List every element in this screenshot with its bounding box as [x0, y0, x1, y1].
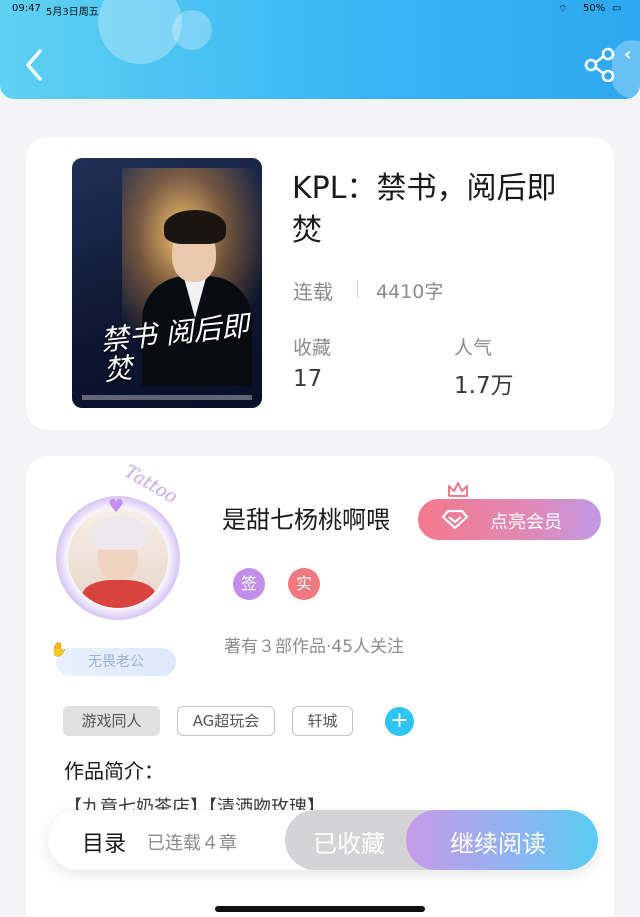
author-avatar[interactable]: ♥ Tattoo [50, 461, 200, 628]
tag-item[interactable]: 游戏同人 [63, 706, 160, 736]
add-tag-button[interactable]: + [385, 707, 414, 736]
top-header: 09:47 5月3日周五 ⌔ 50% ▭ ‹ [0, 0, 640, 99]
status-date: 5月3日周五 [46, 7, 99, 18]
home-indicator[interactable] [215, 906, 425, 912]
serial-status: 连载 [293, 280, 333, 304]
diamond-icon [442, 509, 468, 529]
toc-button[interactable]: 目录 [82, 826, 126, 858]
author-name[interactable]: 是甜七杨桃啊喂 [222, 500, 390, 535]
book-title: KPL：禁书，阅后即焚 [292, 171, 557, 248]
decor-bubble [98, 0, 182, 64]
battery-icon: ▭ [612, 3, 622, 14]
intro-text: 【九竟七奶茶店】【清洒吻玫瑰】 [64, 797, 325, 811]
verified-badge: 实 [288, 568, 320, 600]
tag-item[interactable]: AG超玩会 [177, 706, 275, 736]
avatar [68, 508, 168, 608]
side-handle[interactable]: ‹ [612, 40, 640, 98]
continue-reading-label: 继续阅读 [450, 830, 546, 858]
vip-button-label: 点亮会员 [490, 512, 562, 533]
author-stats: 著有３部作品·45人关注 [224, 637, 405, 657]
favorited-button-label: 已收藏 [313, 830, 385, 858]
crown-icon [448, 482, 468, 497]
continue-reading-button[interactable]: 继续阅读 [406, 810, 598, 870]
medal-label: 无畏老公 [88, 654, 144, 670]
vip-button[interactable]: 点亮会员 [418, 499, 601, 540]
back-button[interactable] [20, 45, 50, 85]
status-time: 09:47 [12, 3, 41, 14]
chevron-left-icon [26, 49, 42, 81]
favorites-label: 收藏 [293, 337, 332, 359]
chapter-progress: 已连载４章 [147, 833, 237, 854]
popularity-value: 1.7万 [454, 373, 514, 399]
medal-badge[interactable]: ✋ 无畏老公 [50, 642, 176, 676]
hand-icon: ✋ [50, 642, 68, 658]
popularity-label: 人气 [454, 337, 493, 359]
intro-title: 作品简介： [64, 759, 164, 783]
tag-item[interactable]: 轩城 [292, 706, 353, 736]
bottom-action-bar: 目录 已连载４章 已收藏 继续阅读 [48, 810, 598, 870]
word-count: 4410字 [376, 281, 444, 303]
signed-badge: 签 [233, 568, 265, 600]
chevron-left-icon: ‹ [624, 44, 632, 65]
book-cover[interactable]: 禁书 阅后即焚 [72, 158, 262, 408]
favorites-value: 17 [293, 366, 323, 392]
divider [357, 280, 358, 298]
decor-bubble [172, 10, 212, 50]
status-battery: 50% [583, 3, 606, 14]
wifi-icon: ⌔ [558, 4, 568, 15]
heart-icon: ♥ [108, 496, 125, 517]
